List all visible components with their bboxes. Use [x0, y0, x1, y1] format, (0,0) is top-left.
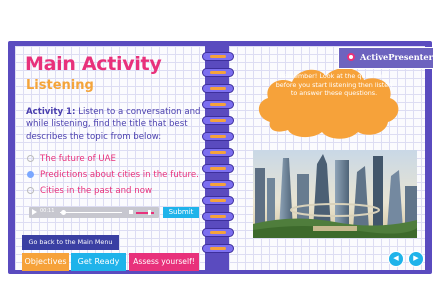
option-future-of-uae[interactable]: The future of UAE	[27, 151, 205, 166]
assess-yourself-button[interactable]: Assess yourself!	[129, 253, 199, 271]
activepresenter-icon	[347, 53, 355, 61]
binding-ring	[202, 116, 234, 125]
activepresenter-logo: ActivePresenter	[338, 47, 434, 69]
option-label: The future of UAE	[40, 153, 116, 164]
activity-title: Main Activity	[25, 53, 162, 75]
reminder-text: Remember! Look at the questions before y…	[275, 72, 393, 97]
binding-ring	[202, 180, 234, 189]
previous-slide-button[interactable]: ◀	[388, 251, 404, 267]
binding-ring	[202, 132, 234, 141]
submit-button[interactable]: Submit	[163, 207, 199, 218]
binding-ring	[202, 100, 234, 109]
binding-ring	[202, 148, 234, 157]
chevron-right-icon: ▶	[413, 254, 419, 262]
option-cities-past-and-now[interactable]: Cities in the past and now	[27, 183, 205, 198]
binding-ring	[202, 244, 234, 253]
brand-name: ActivePresenter	[360, 52, 433, 62]
chevron-left-icon: ◀	[393, 254, 399, 262]
activity-instruction: Activity 1: Listen to a conversation and…	[26, 106, 204, 143]
option-label: Cities in the past and now	[40, 185, 152, 196]
volume-slider[interactable]	[136, 212, 154, 214]
volume-icon[interactable]	[129, 210, 133, 214]
activity-subtitle: Listening	[26, 78, 94, 93]
binding-ring	[202, 164, 234, 173]
spiral-binding	[202, 52, 234, 264]
city-illustration	[253, 150, 417, 238]
instruction-label: Activity 1:	[26, 107, 76, 117]
option-label: Predictions about cities in the future.	[40, 169, 199, 180]
audio-player: 00:11	[29, 207, 159, 218]
objectives-button[interactable]: Objectives	[22, 253, 69, 271]
radio-button-selected[interactable]	[27, 171, 34, 178]
option-predictions-about-cities[interactable]: Predictions about cities in the future.	[27, 167, 205, 182]
binding-ring	[202, 68, 234, 77]
play-icon[interactable]	[32, 209, 37, 215]
next-slide-button[interactable]: ▶	[408, 251, 424, 267]
futuristic-city-image	[253, 150, 417, 238]
answer-options: The future of UAE Predictions about citi…	[27, 151, 205, 199]
binding-ring	[202, 52, 234, 61]
get-ready-button[interactable]: Get Ready	[71, 253, 126, 271]
radio-button[interactable]	[27, 155, 34, 162]
audio-time: 00:11	[40, 208, 55, 214]
binding-ring	[202, 212, 234, 221]
binding-ring	[202, 228, 234, 237]
audio-seek-bar[interactable]	[60, 212, 122, 213]
volume-handle[interactable]	[148, 210, 151, 215]
radio-button[interactable]	[27, 187, 34, 194]
binding-ring	[202, 84, 234, 93]
seek-handle[interactable]	[61, 210, 66, 215]
main-menu-button[interactable]: Go back to the Main Menu	[22, 235, 119, 250]
binding-ring	[202, 196, 234, 205]
